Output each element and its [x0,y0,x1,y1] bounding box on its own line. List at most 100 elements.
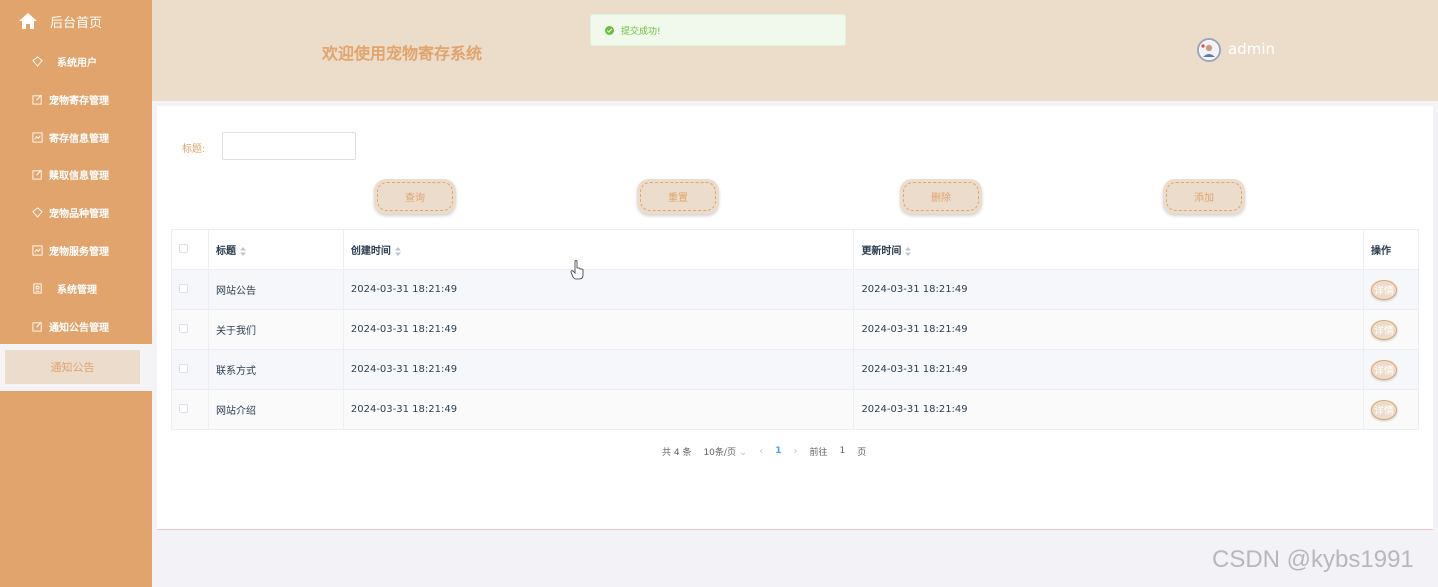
sidebar-item-pet-breed[interactable]: 宠物品种管理 [0,193,152,231]
main-card: 标题: 查询 重置 删除 添加 标题 创建时间 更新时间 操作 网站公告 202… [157,106,1433,530]
column-header-updated[interactable]: 更新时间 [853,229,1364,270]
sidebar-item-pet-storage[interactable]: 宠物寄存管理 [0,80,152,118]
edit-icon [32,169,43,180]
table-row[interactable]: 网站介绍 2024-03-31 18:21:49 2024-03-31 18:2… [171,389,1419,430]
cell-title: 网站介绍 [207,389,344,430]
add-button-label: 添加 [1194,193,1214,204]
current-page[interactable]: 1 [775,446,781,456]
badge-icon [32,282,43,294]
sort-icon[interactable] [905,246,912,256]
cell-title: 联系方式 [207,349,344,390]
sidebar-item-notice-manage[interactable]: 通知公告管理 [0,307,152,345]
add-button[interactable]: 添加 [1163,179,1245,214]
prev-page-icon[interactable]: ‹ [759,446,763,457]
cell-updated: 2024-03-31 18:21:49 [853,269,1364,310]
row-checkbox[interactable] [179,403,188,413]
detail-button[interactable]: 详情 [1371,319,1397,340]
user-avatar-icon [1200,41,1218,59]
cell-created: 2024-03-31 18:21:49 [342,349,855,390]
column-header-action: 操作 [1363,229,1419,270]
avatar[interactable] [1197,38,1221,62]
search-title-label: 标题: [182,144,206,155]
detail-button[interactable]: 详情 [1371,399,1397,420]
detail-button[interactable]: 详情 [1371,359,1397,380]
sidebar-item-system-manage[interactable]: 系统管理 [0,269,152,307]
select-all-cell [171,229,209,270]
hand-cursor-icon [570,260,584,280]
page-size-value: 10条/页 [703,447,736,458]
detail-button[interactable]: 详情 [1371,279,1397,300]
header: 欢迎使用宠物寄存系统 提交成功! admin [152,0,1438,101]
notice-table: 标题 创建时间 更新时间 操作 网站公告 2024-03-31 18:21:49… [171,229,1419,430]
sort-icon[interactable] [239,246,246,256]
column-header-label: 更新时间 [861,246,902,257]
query-button[interactable]: 查询 [374,179,456,214]
sidebar-home[interactable]: 后台首页 [0,0,152,42]
diamond-icon [32,55,43,67]
sidebar-submenu: 通知公告 [0,344,152,391]
pagination: 共 4 条 10条/页 ⌄ ‹ 1 › 前往 1 页 [662,444,878,458]
cell-created: 2024-03-31 18:21:49 [342,389,855,430]
column-header-created[interactable]: 创建时间 [342,229,855,270]
reset-button[interactable]: 重置 [637,179,719,214]
sidebar-item-label: 寄存信息管理 [49,133,109,145]
cell-updated: 2024-03-31 18:21:49 [853,389,1364,430]
sidebar-item-label: 赎取信息管理 [49,170,109,182]
column-header-label: 标题 [215,246,236,257]
row-checkbox[interactable] [179,363,188,373]
edit-icon [32,321,43,332]
delete-button[interactable]: 删除 [900,179,982,214]
chart-icon [32,244,43,256]
cell-title: 网站公告 [207,269,344,310]
table-row[interactable]: 关于我们 2024-03-31 18:21:49 2024-03-31 18:2… [171,309,1419,350]
cell-updated: 2024-03-31 18:21:49 [853,349,1364,390]
goto-input[interactable]: 1 [840,446,846,456]
diamond-icon [32,206,43,218]
watermark: CSDN @kybs1991 [1212,546,1414,573]
sidebar-item-label: 系统用户 [57,57,97,69]
sort-icon[interactable] [394,246,401,256]
sidebar: 后台首页 系统用户 宠物寄存管理 寄存信息管理 赎取信息管理 宠物品种管理 宠物… [0,0,152,587]
edit-icon [32,94,43,105]
sidebar-home-label: 后台首页 [50,15,103,31]
cell-title: 关于我们 [207,309,344,350]
delete-button-label: 删除 [931,193,951,204]
search-title-input[interactable] [222,132,356,160]
cell-created: 2024-03-31 18:21:49 [342,269,855,310]
cell-updated: 2024-03-31 18:21:49 [853,309,1364,350]
page-suffix: 页 [857,447,867,458]
sidebar-item-label: 宠物寄存管理 [49,95,109,107]
page-title: 欢迎使用宠物寄存系统 [322,44,483,63]
chevron-down-icon: ⌄ [738,446,748,458]
username[interactable]: admin [1228,40,1275,58]
goto-label: 前往 [809,447,828,458]
check-circle-icon [605,25,614,35]
next-page-icon[interactable]: › [793,446,797,457]
chart-icon [32,131,43,143]
select-all-checkbox[interactable] [179,243,188,253]
success-toast: 提交成功! [590,14,846,46]
sidebar-item-label: 宠物品种管理 [49,208,109,220]
row-checkbox[interactable] [179,283,188,293]
reset-button-label: 重置 [668,193,688,204]
row-checkbox[interactable] [179,323,188,333]
table-row[interactable]: 联系方式 2024-03-31 18:21:49 2024-03-31 18:2… [171,349,1419,390]
column-header-title[interactable]: 标题 [207,229,344,270]
toast-message: 提交成功! [621,26,661,37]
sidebar-item-label: 通知公告管理 [49,322,109,334]
sidebar-item-redeem-info[interactable]: 赎取信息管理 [0,155,152,193]
pagination-total: 共 4 条 [662,447,692,458]
table-row[interactable]: 网站公告 2024-03-31 18:21:49 2024-03-31 18:2… [171,269,1419,310]
home-icon [19,13,37,29]
sidebar-item-label: 宠物服务管理 [49,246,109,258]
table-header-row: 标题 创建时间 更新时间 操作 [171,229,1419,270]
page-size-select[interactable]: 10条/页 ⌄ [703,445,747,458]
sidebar-item-storage-info[interactable]: 寄存信息管理 [0,118,152,156]
column-header-label: 创建时间 [350,246,391,257]
sidebar-subitem-notice[interactable]: 通知公告 [5,350,140,384]
sidebar-item-pet-service[interactable]: 宠物服务管理 [0,231,152,269]
sidebar-item-system-users[interactable]: 系统用户 [0,42,152,80]
sidebar-item-label: 系统管理 [57,284,97,296]
query-button-label: 查询 [405,193,425,204]
cell-created: 2024-03-31 18:21:49 [342,309,855,350]
